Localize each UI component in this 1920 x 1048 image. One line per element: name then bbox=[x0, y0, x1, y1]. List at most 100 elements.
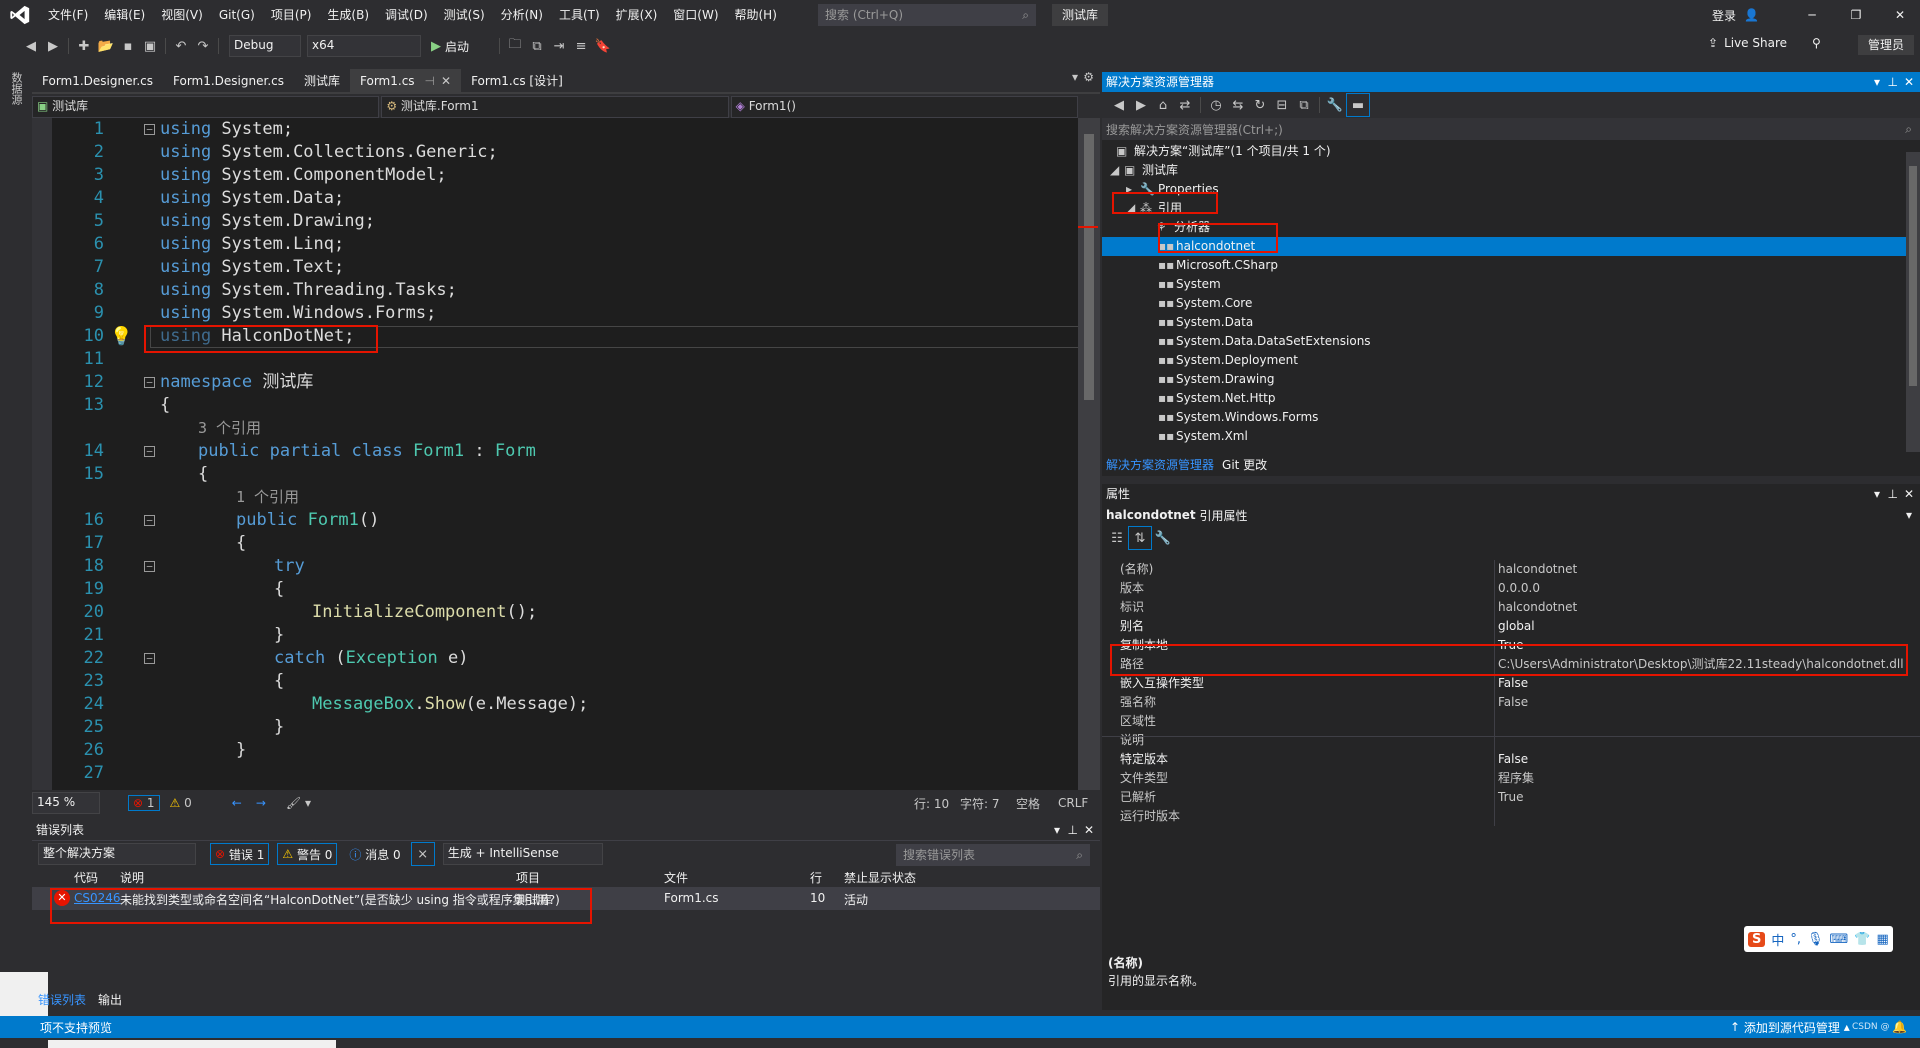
bottom-tab[interactable]: 输出 bbox=[92, 991, 128, 1008]
collapse-icon[interactable]: ◢ bbox=[1110, 161, 1124, 180]
clear-filter-icon[interactable]: ⨯ bbox=[410, 842, 435, 866]
menu-item[interactable]: 窗口(W) bbox=[665, 0, 726, 30]
codelens-references[interactable]: 1 个引用 bbox=[236, 488, 299, 506]
undo-icon[interactable]: ↶ bbox=[170, 35, 192, 57]
warning-count[interactable]: ⚠ 0 bbox=[170, 796, 192, 810]
menu-item[interactable]: 分析(N) bbox=[493, 0, 551, 30]
redo-icon[interactable]: ↷ bbox=[192, 35, 214, 57]
tab-dropdown-icon[interactable]: ▾ bbox=[1072, 70, 1078, 84]
sync-icon[interactable]: ⇆ bbox=[1227, 94, 1249, 116]
tree-scrollbar[interactable] bbox=[1906, 152, 1920, 452]
visual-studio-logo-icon[interactable] bbox=[0, 0, 40, 30]
ime-mode[interactable]: 中 bbox=[1771, 930, 1784, 949]
column-header[interactable]: 项目 bbox=[516, 869, 540, 886]
solution-search-input[interactable]: 搜索解决方案资源管理器(Ctrl+;) ⌕ bbox=[1102, 118, 1920, 140]
property-row[interactable]: 版本 0.0.0.0 bbox=[1104, 579, 1914, 598]
login-link[interactable]: 登录 bbox=[1712, 7, 1736, 24]
search-input[interactable]: 搜索 (Ctrl+Q) ⌕ bbox=[818, 4, 1036, 26]
messages-filter-button[interactable]: ⓘ 消息 0 bbox=[345, 844, 404, 864]
browse-icon[interactable]: 🗀 bbox=[504, 35, 526, 57]
punctuation-icon[interactable]: °, bbox=[1790, 932, 1801, 947]
bookmark-icon[interactable]: 🔖 bbox=[592, 35, 614, 57]
property-row[interactable]: 文件类型 程序集 bbox=[1104, 769, 1914, 788]
editor-tab[interactable]: Form1.Designer.cs bbox=[32, 69, 163, 93]
platform-select[interactable]: x64 bbox=[307, 35, 421, 57]
property-row[interactable]: 说明 bbox=[1104, 731, 1914, 750]
panel-menu-icon[interactable]: ▾ bbox=[1874, 484, 1880, 504]
notification-icon[interactable]: 🔔 bbox=[1892, 1020, 1907, 1034]
format-icon[interactable]: ⇥ bbox=[548, 35, 570, 57]
refresh-icon[interactable]: ↻ bbox=[1249, 94, 1271, 116]
zoom-select[interactable]: 145 % bbox=[32, 792, 100, 814]
menu-item[interactable]: 调试(D) bbox=[377, 0, 436, 30]
add-to-source-control-button[interactable]: ↑ 添加到源代码管理 ▴ bbox=[1730, 1019, 1850, 1036]
save-icon[interactable]: ▪ bbox=[117, 35, 139, 57]
show-all-files-icon[interactable]: ⧉ bbox=[1293, 94, 1315, 116]
tab-settings-icon[interactable]: ⚙ bbox=[1083, 70, 1094, 84]
column-header[interactable]: 代码 bbox=[74, 869, 98, 886]
project-nav-select[interactable]: ▣ 测试库 bbox=[32, 96, 380, 118]
mic-icon[interactable]: 🎙 bbox=[1807, 932, 1824, 947]
editor-tab[interactable]: Form1.cs ⊣ ✕ bbox=[350, 69, 462, 93]
screenshot-icon[interactable]: ⧉ bbox=[526, 35, 548, 57]
member-nav-select[interactable]: ◈ Form1() bbox=[730, 96, 1078, 118]
column-header[interactable]: 说明 bbox=[120, 869, 144, 886]
pending-changes-icon[interactable]: ◷ bbox=[1205, 94, 1227, 116]
account-area[interactable]: 登录 👤 bbox=[1712, 0, 1759, 30]
back-icon[interactable]: ◀ bbox=[20, 35, 42, 57]
feedback-icon[interactable]: ⚲ bbox=[1812, 36, 1821, 50]
comment-icon[interactable]: ≡ bbox=[570, 35, 592, 57]
panel-menu-icon[interactable]: ▾ bbox=[1874, 72, 1880, 92]
live-share-button[interactable]: ⇪ Live Share bbox=[1708, 36, 1787, 50]
panel-close-icon[interactable]: ✕ bbox=[1084, 820, 1094, 840]
restore-icon[interactable]: ❐ bbox=[1834, 8, 1878, 22]
ime-toolbar[interactable]: S 中 °, 🎙 ⌨ 👕 ▦ bbox=[1744, 926, 1893, 952]
menu-item[interactable]: Git(G) bbox=[211, 0, 263, 30]
column-header[interactable]: 行 bbox=[810, 869, 822, 886]
preview-icon[interactable]: ▬ bbox=[1346, 93, 1370, 117]
property-row[interactable]: 特定版本 False bbox=[1104, 750, 1914, 769]
categorized-icon[interactable]: ☷ bbox=[1106, 527, 1128, 549]
tree-reference-item[interactable]: ▪▪ System.Data bbox=[1158, 313, 1253, 332]
property-value[interactable]: False bbox=[1498, 674, 1528, 693]
column-header[interactable]: 禁止显示状态 bbox=[844, 869, 916, 886]
scroll-thumb[interactable] bbox=[1909, 166, 1917, 386]
properties-icon[interactable]: 🔧 bbox=[1324, 94, 1346, 116]
code-editor[interactable]: 1− using System; 2 using System.Collections… bbox=[32, 118, 1082, 790]
class-nav-select[interactable]: ⚙ 测试库.Form1 bbox=[381, 96, 729, 118]
menu-item[interactable]: 扩展(X) bbox=[608, 0, 666, 30]
editor-tab[interactable]: Form1.cs [设计] bbox=[461, 69, 573, 93]
property-row[interactable]: 区域性 bbox=[1104, 712, 1914, 731]
column-header[interactable]: 文件 bbox=[664, 869, 688, 886]
tree-project[interactable]: ◢ ▣ 测试库 bbox=[1110, 161, 1178, 180]
build-filter-select[interactable]: 生成 + IntelliSense bbox=[442, 843, 603, 865]
menu-item[interactable]: 生成(B) bbox=[319, 0, 377, 30]
scroll-thumb[interactable] bbox=[1084, 134, 1094, 400]
pin-icon[interactable]: ⊥ bbox=[1068, 820, 1078, 840]
property-row[interactable]: 强名称 False bbox=[1104, 693, 1914, 712]
error-search-input[interactable]: 搜索错误列表 ⌕ bbox=[896, 844, 1090, 866]
data-sources-tab[interactable]: 数据源 bbox=[8, 72, 24, 105]
menu-item[interactable]: 文件(F) bbox=[40, 0, 96, 30]
grid-icon[interactable]: ▦ bbox=[1877, 932, 1889, 947]
open-folder-icon[interactable]: 📂 bbox=[95, 35, 117, 57]
save-all-icon[interactable]: ▣ bbox=[139, 35, 161, 57]
tab-pin-icon[interactable]: ⊣ bbox=[425, 74, 435, 88]
menu-item[interactable]: 工具(T) bbox=[551, 0, 608, 30]
menu-item[interactable]: 编辑(E) bbox=[96, 0, 153, 30]
property-row[interactable]: 标识 halcondotnet bbox=[1104, 598, 1914, 617]
home-icon[interactable]: ⌂ bbox=[1152, 94, 1174, 116]
collapse-icon[interactable]: − bbox=[144, 515, 155, 526]
menu-item[interactable]: 测试(S) bbox=[436, 0, 493, 30]
back-icon[interactable]: ◀ bbox=[1108, 94, 1130, 116]
property-row[interactable]: 已解析 True bbox=[1104, 788, 1914, 807]
collapse-icon[interactable]: − bbox=[144, 653, 155, 664]
panel-close-icon[interactable]: ✕ bbox=[1904, 72, 1914, 92]
scope-select[interactable]: 整个解决方案 bbox=[38, 843, 196, 865]
start-button[interactable]: ▶ 启动 bbox=[431, 38, 469, 55]
tree-reference-item[interactable]: ▪▪ System.Data.DataSetExtensions bbox=[1158, 332, 1371, 351]
forward-icon[interactable]: ▶ bbox=[1130, 94, 1152, 116]
tree-reference-item[interactable]: ▪▪ System.Windows.Forms bbox=[1158, 408, 1318, 427]
properties-object-select[interactable]: halcondotnet 引用属性 ▾ bbox=[1102, 504, 1920, 526]
tree-reference-item[interactable]: ▪▪ System.Net.Http bbox=[1158, 389, 1276, 408]
